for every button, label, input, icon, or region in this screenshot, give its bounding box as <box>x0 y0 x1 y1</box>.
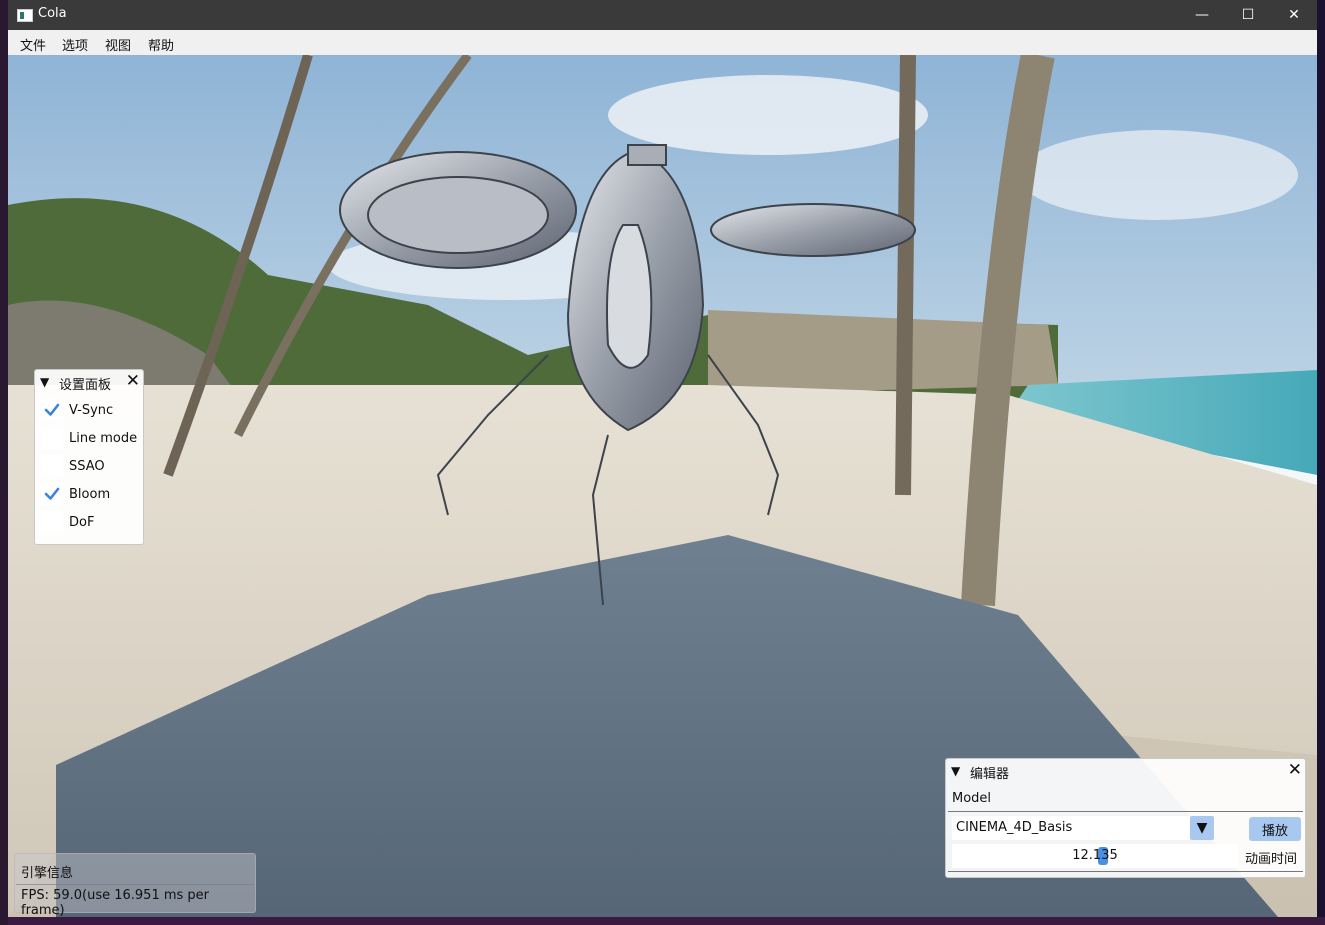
model-label: Model <box>952 791 992 806</box>
settings-panel: ▼ 设置面板 ✕ V-Sync Line mode SSAO Bloom DoF <box>34 369 144 545</box>
engine-info-title: 引擎信息 <box>21 866 74 881</box>
menu-file[interactable]: 文件 <box>20 35 46 54</box>
checkbox[interactable] <box>41 483 63 505</box>
3d-viewport[interactable]: ▼ 设置面板 ✕ V-Sync Line mode SSAO Bloom DoF 引擎信… <box>8 55 1317 917</box>
checkbox[interactable] <box>41 399 63 421</box>
animation-time-value: 12.135 <box>1072 848 1118 863</box>
checkbox-label: Bloom <box>69 486 111 502</box>
app-icon <box>17 9 33 22</box>
checkbox[interactable] <box>41 511 63 533</box>
close-icon[interactable]: ✕ <box>1288 760 1302 780</box>
settings-item[interactable]: SSAO <box>41 454 105 478</box>
minimize-button[interactable]: — <box>1179 0 1225 30</box>
checkbox-label: DoF <box>69 514 95 530</box>
animation-time-slider[interactable]: 12.135 <box>952 844 1238 868</box>
animation-time-label: 动画时间 <box>1245 852 1298 867</box>
menu-view[interactable]: 视图 <box>105 35 131 54</box>
dropdown-arrow-icon[interactable]: ▼ <box>1190 816 1214 840</box>
divider <box>948 811 1303 812</box>
checkbox[interactable] <box>41 455 63 477</box>
close-icon[interactable]: ✕ <box>126 371 140 391</box>
collapse-triangle-icon[interactable]: ▼ <box>951 764 960 778</box>
fps-readout: FPS: 59.0(use 16.951 ms per frame) <box>21 888 210 917</box>
checkmark-icon <box>44 403 60 416</box>
divider <box>16 884 254 885</box>
collapse-triangle-icon[interactable]: ▼ <box>40 375 49 389</box>
settings-panel-header[interactable]: ▼ 设置面板 ✕ <box>35 370 143 394</box>
menu-help[interactable]: 帮助 <box>148 35 174 54</box>
title-bar[interactable]: Cola — ☐ ✕ <box>8 0 1317 30</box>
window-title: Cola <box>38 6 67 21</box>
model-dropdown-value: CINEMA_4D_Basis <box>956 820 1073 835</box>
app-window: Cola — ☐ ✕ 文件 选项 视图 帮助 ▼ 设置面板 ✕ V-Sync L… <box>8 0 1317 917</box>
editor-panel: ▼ 编辑器 ✕ Model CINEMA_4D_Basis ▼ 播放 12.13… <box>945 758 1306 878</box>
maximize-button[interactable]: ☐ <box>1225 0 1271 30</box>
checkbox[interactable] <box>41 427 63 449</box>
checkbox-label: V-Sync <box>69 402 114 418</box>
divider <box>948 871 1303 872</box>
settings-item[interactable]: Bloom <box>41 482 110 506</box>
checkbox-label: Line mode <box>69 430 138 446</box>
settings-item[interactable]: V-Sync <box>41 398 113 422</box>
settings-item[interactable]: DoF <box>41 510 94 534</box>
editor-panel-title: 编辑器 <box>970 767 1010 782</box>
settings-item[interactable]: Line mode <box>41 426 137 450</box>
menu-bar: 文件 选项 视图 帮助 <box>8 30 1317 56</box>
model-dropdown[interactable]: CINEMA_4D_Basis ▼ <box>952 816 1214 840</box>
editor-panel-header[interactable]: ▼ 编辑器 ✕ <box>946 759 1305 783</box>
checkmark-icon <box>44 487 60 500</box>
engine-info-panel: 引擎信息 FPS: 59.0(use 16.951 ms per frame) <box>14 853 256 917</box>
settings-panel-title: 设置面板 <box>59 378 112 393</box>
menu-options[interactable]: 选项 <box>62 35 88 54</box>
close-window-button[interactable]: ✕ <box>1271 0 1317 30</box>
checkbox-label: SSAO <box>69 458 105 474</box>
play-button[interactable]: 播放 <box>1249 817 1301 841</box>
